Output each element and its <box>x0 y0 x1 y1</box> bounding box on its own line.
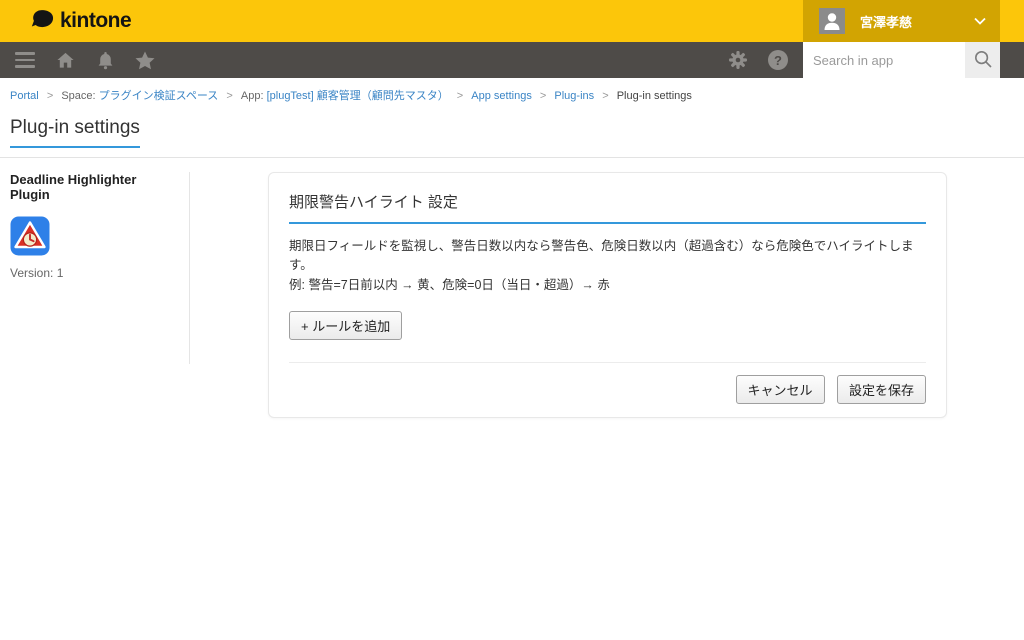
notifications-bell-icon[interactable] <box>95 50 115 70</box>
page-title: Plug-in settings <box>10 117 140 148</box>
breadcrumb-separator: > <box>540 90 546 102</box>
breadcrumb-plugins[interactable]: Plug-ins <box>554 90 594 102</box>
menu-icon[interactable] <box>15 50 35 70</box>
settings-gear-icon[interactable] <box>728 50 748 70</box>
user-menu[interactable]: 宮澤孝慈 <box>803 0 1000 42</box>
title-block: Plug-in settings <box>0 107 1024 148</box>
plugin-name: Deadline Highlighter Plugin <box>10 172 179 202</box>
save-settings-button[interactable]: 設定を保存 <box>837 375 926 404</box>
settings-panel: 期限警告ハイライト 設定 期限日フィールドを監視し、警告日数以内なら警告色、危険… <box>268 172 947 418</box>
settings-heading: 期限警告ハイライト 設定 <box>289 191 926 212</box>
breadcrumb-current: Plug-in settings <box>617 90 692 102</box>
chevron-down-icon <box>974 12 986 30</box>
breadcrumb-space[interactable]: プラグイン検証スペース <box>99 90 219 102</box>
breadcrumb-separator: > <box>47 90 53 102</box>
kintone-logo-text: kintone <box>60 9 131 33</box>
search-button[interactable] <box>965 42 1000 78</box>
heading-accent-rule <box>289 222 926 224</box>
breadcrumb-space-prefix: Space: <box>61 90 95 102</box>
breadcrumb-separator: > <box>602 90 608 102</box>
app-search <box>803 42 1000 78</box>
home-icon[interactable] <box>55 50 75 70</box>
description-line-2: 例: 警告=7日前以内 → 黄、危険=0日（当日・超過）→ 赤 <box>289 276 926 295</box>
kintone-logo-icon <box>30 8 55 34</box>
global-toolbar: ? <box>0 42 1024 78</box>
search-input[interactable] <box>803 42 965 78</box>
kintone-logo[interactable]: kintone <box>30 8 131 34</box>
breadcrumb-app-prefix: App: <box>241 90 264 102</box>
user-avatar-icon <box>819 8 845 34</box>
description-line-1: 期限日フィールドを監視し、警告日数以内なら警告色、危険日数以内（超過含む）なら危… <box>289 237 926 276</box>
search-icon <box>973 49 993 72</box>
plugin-info-panel: Deadline Highlighter Plugin Version: 1 <box>0 172 190 364</box>
settings-card: 期限警告ハイライト 設定 期限日フィールドを監視し、警告日数以内なら警告色、危険… <box>268 172 947 418</box>
settings-description: 期限日フィールドを監視し、警告日数以内なら警告色、危険日数以内（超過含む）なら危… <box>289 237 926 295</box>
plugin-version: Version: 1 <box>10 266 179 280</box>
footer-divider <box>289 362 926 363</box>
breadcrumb: Portal > Space: プラグイン検証スペース > App: [plug… <box>0 78 1024 107</box>
plugin-icon <box>10 216 50 256</box>
breadcrumb-separator: > <box>226 90 232 102</box>
breadcrumb-app-settings[interactable]: App settings <box>471 90 532 102</box>
user-name: 宮澤孝慈 <box>860 12 974 31</box>
card-footer: キャンセル 設定を保存 <box>289 375 926 404</box>
cancel-button[interactable]: キャンセル <box>736 375 825 404</box>
favorites-star-icon[interactable] <box>135 50 155 70</box>
add-rule-button[interactable]: + ルールを追加 <box>289 311 402 340</box>
content-area: Deadline Highlighter Plugin Version: 1 期… <box>0 158 1024 418</box>
breadcrumb-app[interactable]: [plugTest] 顧客管理（顧問先マスタ） <box>267 90 449 102</box>
app-header: kintone 宮澤孝慈 <box>0 0 1024 42</box>
breadcrumb-portal[interactable]: Portal <box>10 90 39 102</box>
help-icon[interactable]: ? <box>768 50 788 70</box>
breadcrumb-separator: > <box>457 90 463 102</box>
